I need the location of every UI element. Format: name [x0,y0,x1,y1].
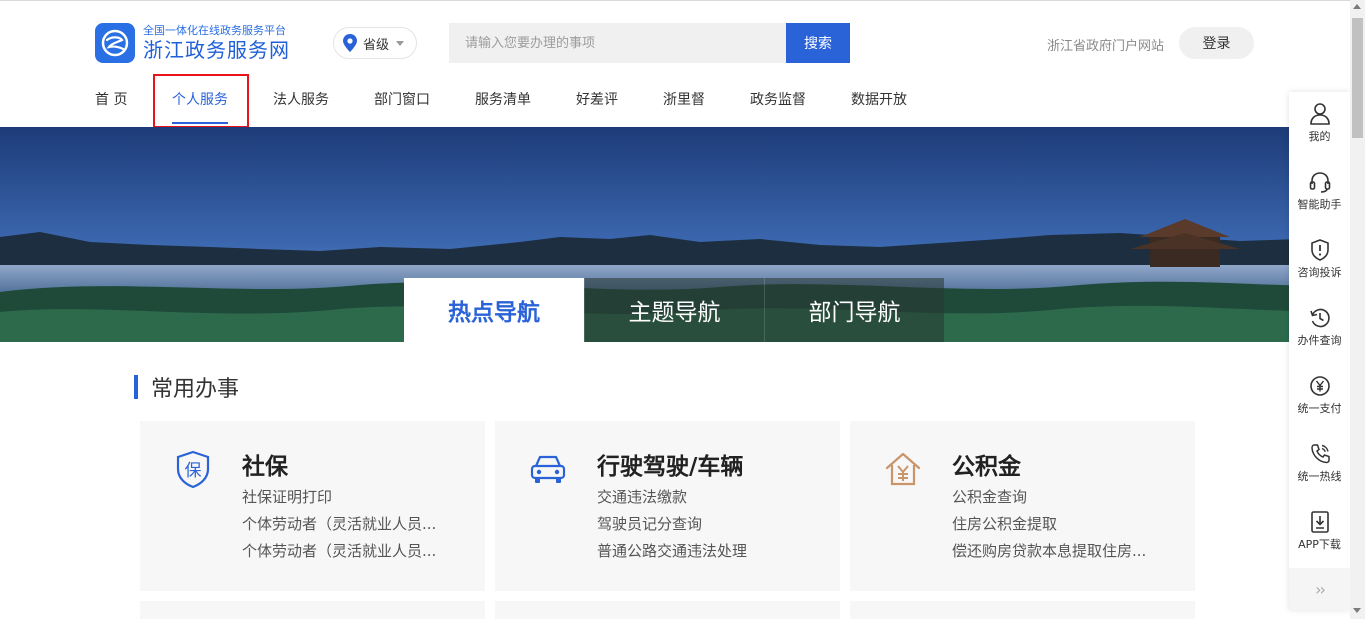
sidebar-item-label: 咨询投诉 [1297,266,1342,279]
top-border [0,0,1365,1]
nav-home[interactable]: 首 页 [95,90,127,110]
card-title: 社保 [242,454,288,480]
nav-department-window[interactable]: 部门窗口 [374,90,430,110]
floating-sidebar: 我的 智能助手 咨询投诉 办件查询 统一支付 统一热线 APP下载 ›› [1289,92,1350,610]
nav-rating[interactable]: 好差评 [576,90,618,110]
logo-subtitle: 全国一体化在线政务服务平台 [143,23,286,37]
logo-text: 全国一体化在线政务服务平台 浙江政务服务网 [143,24,290,63]
search-input[interactable] [449,23,786,63]
search-button[interactable]: 搜索 [786,23,850,63]
login-button[interactable]: 登录 [1179,27,1254,59]
phone-icon [1310,444,1330,464]
nav-open-data[interactable]: 数据开放 [851,90,907,110]
shield-alert-icon [1310,239,1329,261]
sidebar-item-assistant[interactable]: 智能助手 [1289,162,1350,222]
download-icon [1310,511,1329,533]
headset-icon [1309,172,1330,193]
user-icon [1309,103,1330,125]
scrollbar-thumb[interactable] [1352,18,1363,138]
car-icon [530,455,566,483]
sidebar-item-label: 办件查询 [1297,334,1342,347]
sidebar-item-mine[interactable]: 我的 [1289,94,1350,154]
service-card-social-security[interactable]: 保 社保 社保证明打印 个体劳动者（灵活就业人员... 个体劳动者（灵活就业人员… [140,421,485,591]
sidebar-item-label: 统一热线 [1297,470,1342,483]
sidebar-item-label: 统一支付 [1297,402,1342,415]
tab-hot-navigation[interactable]: 热点导航 [404,278,584,342]
section-header: 常用办事 [134,371,239,403]
logo-title: 浙江政务服务网 [143,37,290,62]
house-yen-icon [885,452,921,486]
svg-text:保: 保 [185,461,202,481]
yen-circle-icon [1309,376,1330,396]
card-title: 行驶驾驶/车辆 [597,454,744,480]
card-link[interactable]: 普通公路交通违法处理 [597,540,822,561]
card-link[interactable]: 社保证明打印 [242,486,467,507]
card-link[interactable]: 个体劳动者（灵活就业人员... [242,513,467,534]
nav-legal-entity-services[interactable]: 法人服务 [273,90,329,110]
nav-zhelidu[interactable]: 浙里督 [663,90,705,110]
service-card-driving-vehicle[interactable]: 行驶驾驶/车辆 交通违法缴款 驾驶员记分查询 普通公路交通违法处理 [495,421,840,591]
shield-bao-icon: 保 [176,450,210,489]
page-scrollbar[interactable] [1350,0,1365,619]
card-link[interactable]: 驾驶员记分查询 [597,513,822,534]
nav-gov-supervision[interactable]: 政务监督 [750,90,806,110]
section-accent-bar [134,375,138,399]
sidebar-collapse-button[interactable]: ›› [1289,568,1350,610]
sidebar-item-hotline[interactable]: 统一热线 [1289,434,1350,494]
logo-emblem-icon [95,23,135,63]
sidebar-item-label: 我的 [1308,130,1331,143]
region-label: 省级 [363,37,390,53]
sidebar-item-complaint[interactable]: 咨询投诉 [1289,230,1350,290]
card-link[interactable]: 交通违法缴款 [597,486,822,507]
tab-theme-navigation[interactable]: 主题导航 [584,278,764,342]
card-link[interactable]: 住房公积金提取 [952,513,1177,534]
card-link[interactable]: 偿还购房贷款本息提取住房... [952,540,1177,561]
service-card-partial[interactable] [140,601,485,619]
card-title: 公积金 [952,454,1021,480]
card-link[interactable]: 公积金查询 [952,486,1177,507]
caret-down-icon [396,40,405,46]
tab-department-navigation[interactable]: 部门导航 [764,278,944,342]
scroll-up-arrow-icon[interactable] [1353,4,1361,9]
search-bar: 搜索 [449,23,850,63]
region-selector[interactable]: 省级 [333,27,417,59]
location-pin-icon [343,34,357,52]
service-card-partial[interactable] [495,601,840,619]
scroll-down-arrow-icon[interactable] [1353,608,1361,613]
sidebar-item-label: APP下载 [1298,538,1341,551]
nav-service-list[interactable]: 服务清单 [475,90,531,110]
sidebar-item-label: 智能助手 [1297,198,1342,211]
service-card-housing-fund[interactable]: 公积金 公积金查询 住房公积金提取 偿还购房贷款本息提取住房... [850,421,1195,591]
sidebar-item-payment[interactable]: 统一支付 [1289,366,1350,426]
highlight-annotation-box [153,74,249,128]
section-title: 常用办事 [151,377,240,402]
banner-tabs: 热点导航 主题导航 部门导航 [404,278,944,342]
history-icon [1309,308,1330,328]
gov-portal-link[interactable]: 浙江省政府门户网站 [1047,35,1164,54]
site-logo[interactable]: 全国一体化在线政务服务平台 浙江政务服务网 [95,22,315,64]
page: 全国一体化在线政务服务平台 浙江政务服务网 省级 搜索 浙江省政府门户网站 登录… [0,0,1365,619]
service-card-partial[interactable] [850,601,1195,619]
sidebar-item-app-download[interactable]: APP下载 [1289,502,1350,562]
card-link[interactable]: 个体劳动者（灵活就业人员... [242,540,467,561]
sidebar-item-case-query[interactable]: 办件查询 [1289,298,1350,358]
